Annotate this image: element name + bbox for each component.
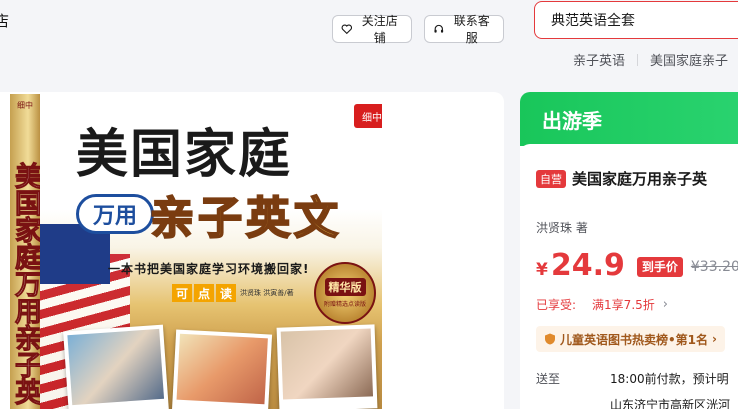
read-char: 点 — [194, 284, 214, 302]
discount-value: 满1享7.5折 — [592, 298, 655, 312]
cover-photo — [276, 324, 378, 409]
read-char: 读 — [216, 284, 236, 302]
edition-badge: 精华版 附赠精选点读版 — [314, 262, 376, 324]
chevron-right-icon: › — [662, 297, 668, 312]
hot-words: 亲子英语 美国家庭亲子 — [573, 50, 728, 69]
cover-subtitle: 亲子英文 — [149, 192, 342, 245]
contact-service-button[interactable]: 联系客服 — [424, 14, 504, 45]
contact-service-label: 联系客服 — [453, 14, 490, 45]
hot-word-link[interactable]: 亲子英语 — [573, 50, 625, 69]
divider — [637, 53, 639, 66]
read-badge: 可 点 读 — [172, 284, 236, 302]
header-cut-text: 店 — [0, 12, 10, 30]
book-spine: 细中 美国家庭万用亲子英 — [10, 94, 42, 409]
price-value: 24.9 — [550, 248, 625, 283]
shield-icon — [545, 333, 555, 345]
search-box[interactable] — [534, 1, 738, 39]
follow-shop-button[interactable]: 关注店铺 — [332, 14, 412, 45]
edition-badge-label: 精华版 — [324, 278, 366, 296]
product-author[interactable]: 洪贤珠 著 — [536, 219, 588, 236]
spine-title: 美国家庭万用亲子英 — [10, 162, 42, 406]
delivery-address[interactable]: 山东济宁市高新区洸河 — [610, 396, 730, 409]
hot-word-link[interactable]: 美国家庭亲子 — [650, 50, 728, 69]
cover-title: 美国家庭 — [76, 124, 293, 185]
heart-icon — [341, 24, 353, 35]
self-run-badge: 自营 — [536, 170, 566, 188]
brand-tag: 细中 — [354, 104, 382, 128]
discount-row[interactable]: 已享受: 满1享7.5折 › — [536, 296, 668, 313]
cover-pill: 万用 — [76, 194, 154, 234]
product-info-card: 出游季 自营 美国家庭万用亲子英 洪贤珠 著 ¥ 24.9 到手价 ¥33.20… — [520, 92, 738, 409]
delivery-label: 送至 — [536, 372, 561, 386]
original-price: ¥33.20 — [690, 259, 738, 275]
follow-shop-label: 关注店铺 — [361, 14, 398, 45]
spine-brand: 细中 — [17, 101, 33, 110]
product-main-image[interactable]: 细中 美国家庭万用亲子英 细中 美国家庭 万用 亲子英文 一本书把美国家庭学习环… — [10, 94, 382, 409]
discount-label: 已享受: — [536, 298, 577, 312]
cover-photo — [63, 324, 169, 409]
search-input[interactable] — [551, 12, 737, 28]
price-row: ¥ 24.9 到手价 ¥33.20 — [536, 248, 738, 283]
delivery-estimate: 18:00前付款，预计明 — [610, 372, 729, 386]
product-info: 自营 美国家庭万用亲子英 洪贤珠 著 ¥ 24.9 到手价 ¥33.20 已享受… — [520, 144, 738, 409]
book-cover: 细中 美国家庭 万用 亲子英文 一本书把美国家庭学习环境搬回家! 可 点 读 洪… — [40, 94, 382, 409]
promo-label: 出游季 — [542, 109, 602, 133]
price-symbol: ¥ — [536, 260, 548, 280]
edition-badge-sub: 附赠精选点读版 — [323, 301, 366, 308]
cover-photo — [171, 329, 273, 409]
promo-banner[interactable]: 出游季 — [520, 92, 738, 146]
chevron-right-icon: › — [712, 332, 717, 346]
final-price-tag: 到手价 — [636, 256, 683, 277]
ranking-badge[interactable]: 儿童英语图书热卖榜•第1名 › — [536, 326, 725, 352]
product-title: 美国家庭万用亲子英 — [572, 170, 708, 188]
headset-icon — [434, 24, 444, 33]
read-char: 可 — [172, 284, 192, 302]
cover-slogan: 一本书把美国家庭学习环境搬回家! — [108, 262, 310, 276]
ranking-text: 儿童英语图书热卖榜•第1名 — [560, 332, 709, 347]
cover-authors: 洪贤珠 洪寅善/著 — [240, 289, 294, 297]
